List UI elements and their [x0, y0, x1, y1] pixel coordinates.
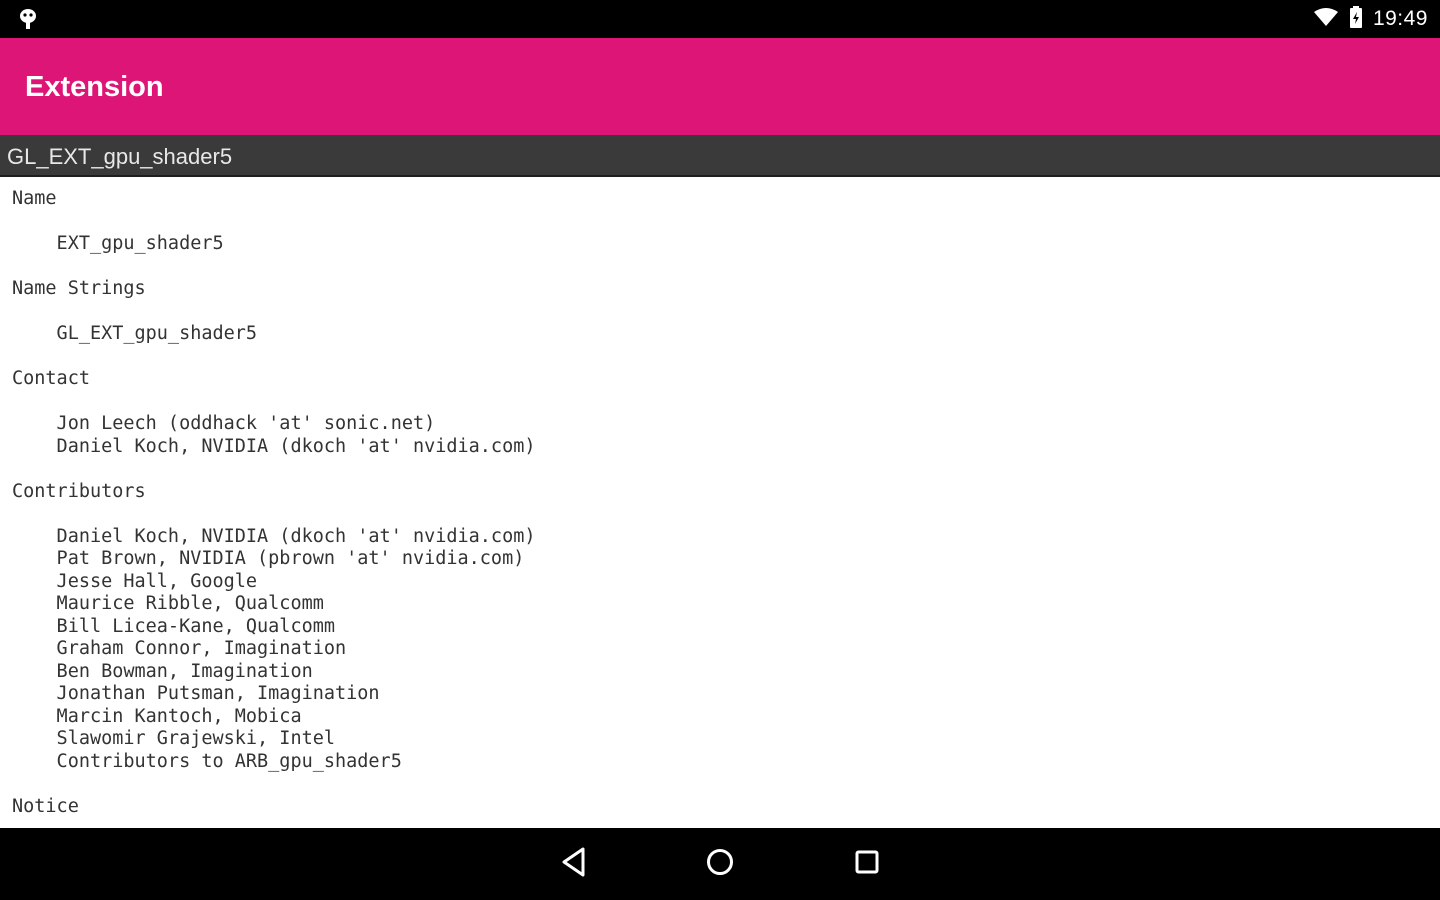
navigation-bar [0, 828, 1440, 900]
spec-line: Notice [12, 795, 79, 817]
spec-line: Contributors [12, 480, 146, 502]
spec-blank-line [12, 773, 535, 796]
spec-line: Daniel Koch, NVIDIA (dkoch 'at' nvidia.c… [12, 525, 536, 547]
spec-blank-line [12, 301, 535, 324]
spec-line: Name [12, 188, 57, 209]
spec-line: Graham Connor, Imagination [12, 638, 347, 659]
spec-line: EXT_gpu_shader5 [12, 233, 224, 254]
android-debug-icon [18, 7, 38, 31]
spec-line: GL_EXT_gpu_shader5 [12, 323, 258, 344]
spec-blank-line [12, 391, 535, 414]
spec-line: Daniel Koch, NVIDIA (dkoch 'at' nvidia.c… [12, 435, 536, 457]
spec-line: Contributors to ARB_gpu_shader5 [12, 750, 402, 772]
android-screen: 19:49 Extension GL_EXT_gpu_shader5 Name … [0, 0, 1440, 900]
back-button[interactable] [556, 846, 592, 882]
spec-line: Bill Licea-Kane, Qualcomm [12, 615, 336, 637]
battery-icon [1349, 5, 1363, 33]
spec-line: Marcin Kantoch, Mobica [12, 705, 302, 727]
spec-blank-line [12, 256, 535, 279]
status-icons: 19:49 [1313, 0, 1428, 38]
extension-header: GL_EXT_gpu_shader5 [0, 135, 1440, 177]
spec-blank-line [12, 211, 535, 234]
spec-blank-line [12, 346, 535, 369]
spec-line: Contact [12, 368, 90, 389]
back-icon [559, 846, 589, 883]
status-bar: 19:49 [0, 0, 1440, 38]
status-time: 19:49 [1372, 7, 1428, 30]
home-icon [704, 846, 736, 883]
spec-line: Maurice Ribble, Qualcomm [12, 593, 324, 614]
recents-icon [852, 847, 882, 882]
spec-line: Jonathan Putsman, Imagination [12, 683, 380, 704]
spec-line: Jon Leech (oddhack 'at' sonic.net) [12, 413, 436, 434]
spec-text-view[interactable]: Name EXT_gpu_shader5 Name Strings GL_EXT_… [0, 177, 1440, 828]
wifi-icon [1313, 7, 1339, 32]
spec-blank-line [12, 458, 535, 481]
spec-line: Slawomir Grajewski, Intel [12, 728, 336, 749]
spec-blank-line [12, 503, 535, 526]
spec-line: Jesse Hall, Google [12, 570, 258, 592]
recents-button[interactable] [849, 846, 885, 882]
home-button[interactable] [702, 846, 738, 882]
spec-line: Name Strings [12, 278, 146, 299]
spec-line: Pat Brown, NVIDIA (pbrown 'at' nvidia.co… [12, 548, 525, 569]
app-title: Extension [25, 71, 164, 103]
extension-name: GL_EXT_gpu_shader5 [7, 144, 233, 169]
app-bar: Extension [0, 38, 1440, 135]
spec-lines: Name EXT_gpu_shader5 Name Strings GL_EXT_… [12, 188, 535, 818]
spec-line: Ben Bowman, Imagination [12, 660, 313, 682]
